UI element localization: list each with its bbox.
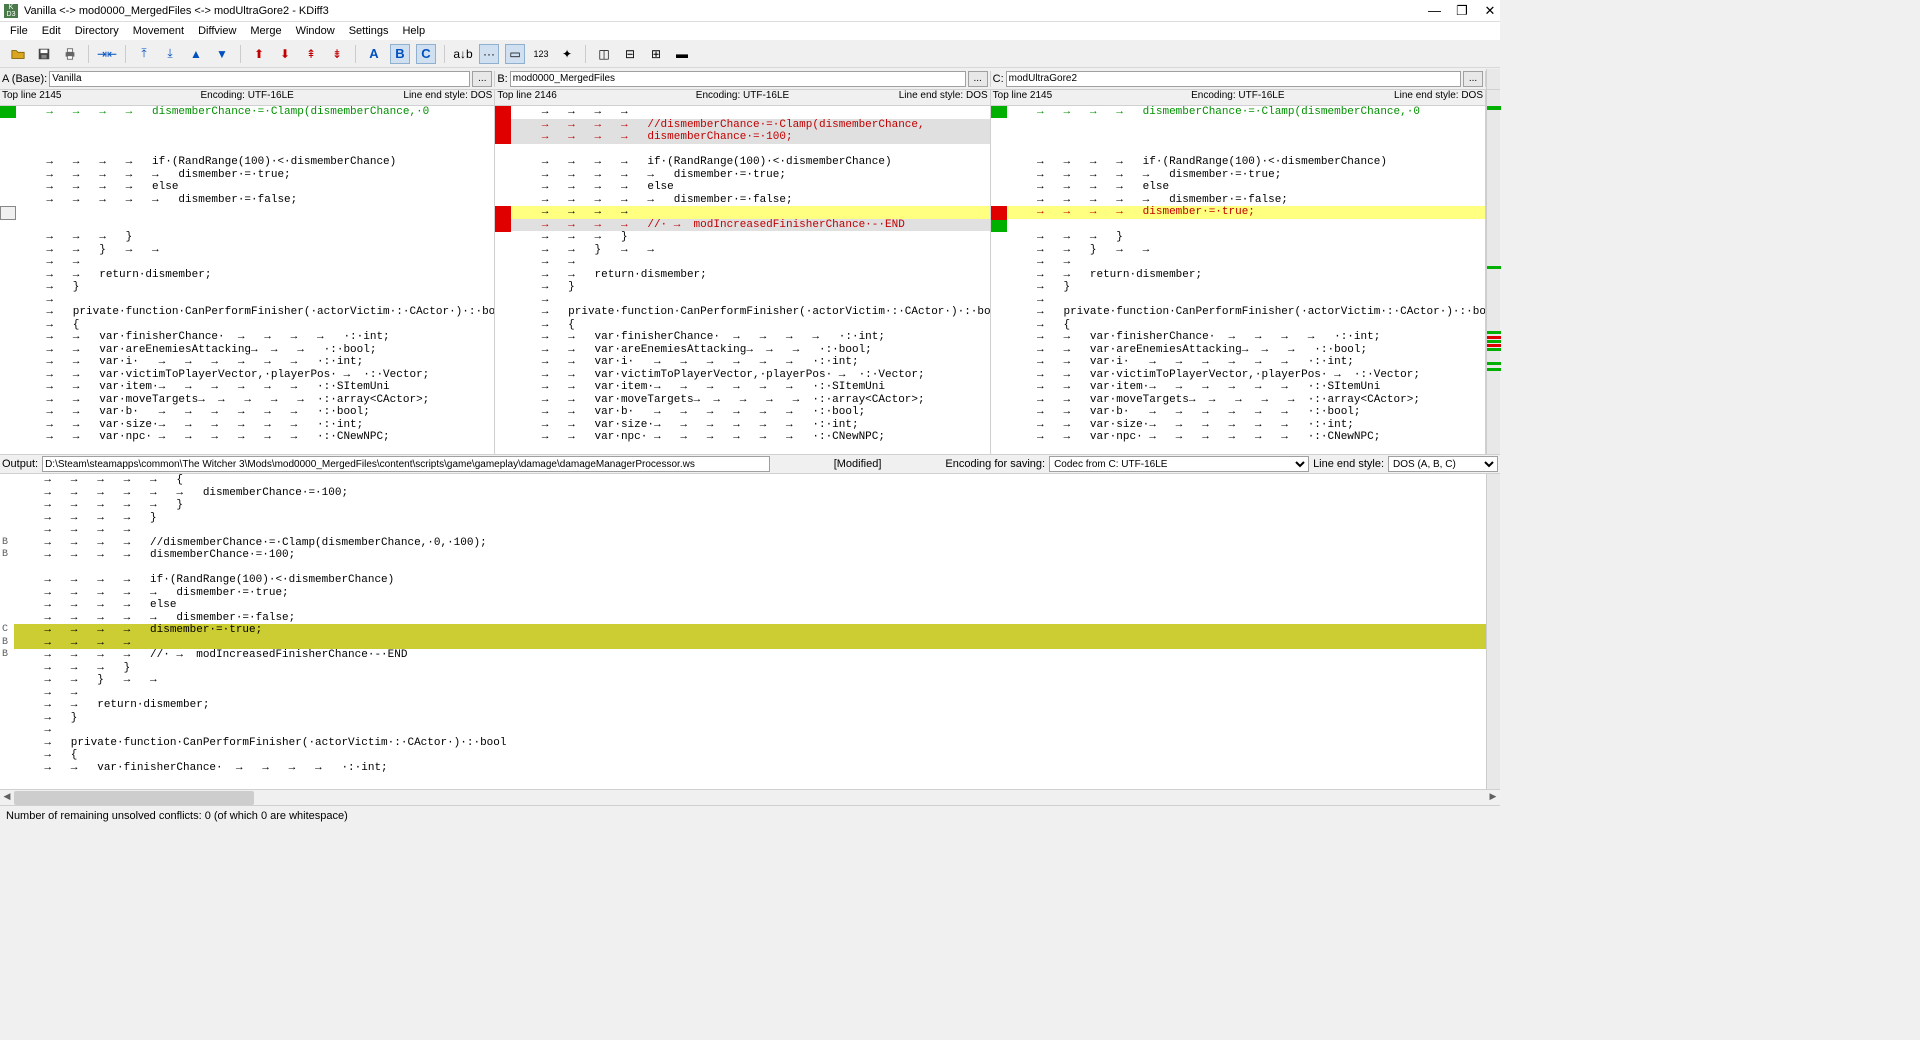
close-button[interactable]: ✕ <box>1484 3 1496 19</box>
pane-b-encoding: Encoding: UTF-16LE <box>647 90 837 105</box>
pane-b-lineend: Line end style: DOS <box>838 90 988 105</box>
pane-b[interactable]: → → → → → → → → //dismemberChance·=·Clam… <box>495 106 990 454</box>
pane-c-path-input[interactable] <box>1006 71 1461 87</box>
pane-c-encoding: Encoding: UTF-16LE <box>1143 90 1333 105</box>
pane-c-label: C: <box>993 73 1004 85</box>
pane-c-browse-button[interactable]: ... <box>1463 71 1483 87</box>
show-whitespace-icon[interactable]: ··· <box>479 44 499 64</box>
maximize-button[interactable]: ❐ <box>1456 3 1468 19</box>
pane-a-browse-button[interactable]: ... <box>472 71 492 87</box>
pane-a-topline: Top line 2145 <box>2 90 152 105</box>
select-c-button[interactable]: C <box>416 44 436 64</box>
output-path-input[interactable] <box>42 456 770 472</box>
goto-current-icon[interactable]: ⇥⇤ <box>97 44 117 64</box>
menu-diffview[interactable]: Diffview <box>192 24 242 38</box>
pane-a-label: A (Base): <box>2 73 47 85</box>
pane-b-topline: Top line 2146 <box>497 90 647 105</box>
pane-a-code[interactable]: → → → → dismemberChance·=·Clamp(dismembe… <box>16 106 494 454</box>
pane-b-gutter <box>495 106 511 454</box>
save-icon[interactable] <box>34 44 54 64</box>
window-title: Vanilla <-> mod0000_MergedFiles <-> modU… <box>24 5 1428 17</box>
show-linenum-icon[interactable]: ▭ <box>505 44 525 64</box>
app-icon: KD3 <box>4 4 18 18</box>
pane-c[interactable]: → → → → dismemberChance·=·Clamp(dismembe… <box>991 106 1486 454</box>
pane-b-path-input[interactable] <box>510 71 966 87</box>
open-icon[interactable] <box>8 44 28 64</box>
prev-conflict-icon[interactable]: ⬆ <box>249 44 269 64</box>
next-unsolved-icon[interactable]: ⇟ <box>327 44 347 64</box>
pane-b-label: B: <box>497 73 507 85</box>
first-diff-icon[interactable]: ⤒ <box>134 44 154 64</box>
pane-c-gutter <box>991 106 1007 454</box>
pane-c-code[interactable]: → → → → dismemberChance·=·Clamp(dismembe… <box>1007 106 1485 454</box>
status-text: Number of remaining unsolved conflicts: … <box>6 810 348 822</box>
output-modified: [Modified] <box>774 458 942 470</box>
toolbar: ⇥⇤ ⤒ ⤓ ▲ ▼ ⬆ ⬇ ⇞ ⇟ A B C a↓b ··· ▭ 123 ✦… <box>0 40 1500 68</box>
select-b-button[interactable]: B <box>390 44 410 64</box>
titlebar: KD3 Vanilla <-> mod0000_MergedFiles <-> … <box>0 0 1500 22</box>
menu-edit[interactable]: Edit <box>36 24 67 38</box>
statusbar: Number of remaining unsolved conflicts: … <box>0 805 1500 825</box>
output-pane[interactable]: BBCBB → → → → → { → → → → → → dismemberC… <box>0 474 1500 789</box>
pane-a-lineend: Line end style: DOS <box>342 90 492 105</box>
output-encsave-label: Encoding for saving: <box>945 458 1045 470</box>
auto-advance-icon[interactable]: a↓b <box>453 44 473 64</box>
path-row: A (Base): ... B: ... C: ... <box>0 68 1500 90</box>
split-3-icon[interactable]: ⊞ <box>646 44 666 64</box>
pane-b-code[interactable]: → → → → → → → → //dismemberChance·=·Clam… <box>511 106 989 454</box>
scroll-left-icon[interactable]: ◀ <box>0 791 14 805</box>
menu-movement[interactable]: Movement <box>127 24 190 38</box>
output-encsave-select[interactable]: Codec from C: UTF-16LE <box>1049 456 1309 472</box>
pane-b-browse-button[interactable]: ... <box>968 71 988 87</box>
output-code[interactable]: → → → → → { → → → → → → dismemberChance·… <box>14 474 1486 789</box>
diff-panes: → → → → dismemberChance·=·Clamp(dismembe… <box>0 106 1500 454</box>
print-icon[interactable] <box>60 44 80 64</box>
prev-unsolved-icon[interactable]: ⇞ <box>301 44 321 64</box>
split-h-icon[interactable]: ◫ <box>594 44 614 64</box>
pane-a-path-input[interactable] <box>49 71 470 87</box>
minimize-button[interactable]: — <box>1428 3 1440 19</box>
scroll-right-icon[interactable]: ▶ <box>1486 791 1500 805</box>
next-diff-icon[interactable]: ▼ <box>212 44 232 64</box>
output-header: Output: [Modified] Encoding for saving: … <box>0 454 1500 474</box>
wordwrap-icon[interactable]: ✦ <box>557 44 577 64</box>
show-numbers-icon[interactable]: 123 <box>531 44 551 64</box>
menubar: File Edit Directory Movement Diffview Me… <box>0 22 1500 40</box>
overview-strip[interactable] <box>1486 106 1500 454</box>
output-label: Output: <box>2 458 38 470</box>
last-diff-icon[interactable]: ⤓ <box>160 44 180 64</box>
menu-directory[interactable]: Directory <box>69 24 125 38</box>
menu-window[interactable]: Window <box>290 24 341 38</box>
pane-c-topline: Top line 2145 <box>993 90 1143 105</box>
menu-file[interactable]: File <box>4 24 34 38</box>
hscrollbar[interactable]: ◀ ▶ <box>0 789 1500 805</box>
output-lineend-label: Line end style: <box>1313 458 1384 470</box>
pane-a-encoding: Encoding: UTF-16LE <box>152 90 342 105</box>
menu-help[interactable]: Help <box>396 24 431 38</box>
info-row: Top line 2145Encoding: UTF-16LELine end … <box>0 90 1500 106</box>
pane-a-gutter <box>0 106 16 454</box>
menu-settings[interactable]: Settings <box>343 24 395 38</box>
pane-a[interactable]: → → → → dismemberChance·=·Clamp(dismembe… <box>0 106 495 454</box>
output-lineend-select[interactable]: DOS (A, B, C) <box>1388 456 1498 472</box>
select-a-button[interactable]: A <box>364 44 384 64</box>
output-overview[interactable] <box>1486 474 1500 789</box>
prev-diff-icon[interactable]: ▲ <box>186 44 206 64</box>
menu-merge[interactable]: Merge <box>244 24 287 38</box>
unsplit-icon[interactable]: ▬ <box>672 44 692 64</box>
pane-c-lineend: Line end style: DOS <box>1333 90 1483 105</box>
split-v-icon[interactable]: ⊟ <box>620 44 640 64</box>
output-gutter: BBCBB <box>0 474 14 789</box>
next-conflict-icon[interactable]: ⬇ <box>275 44 295 64</box>
